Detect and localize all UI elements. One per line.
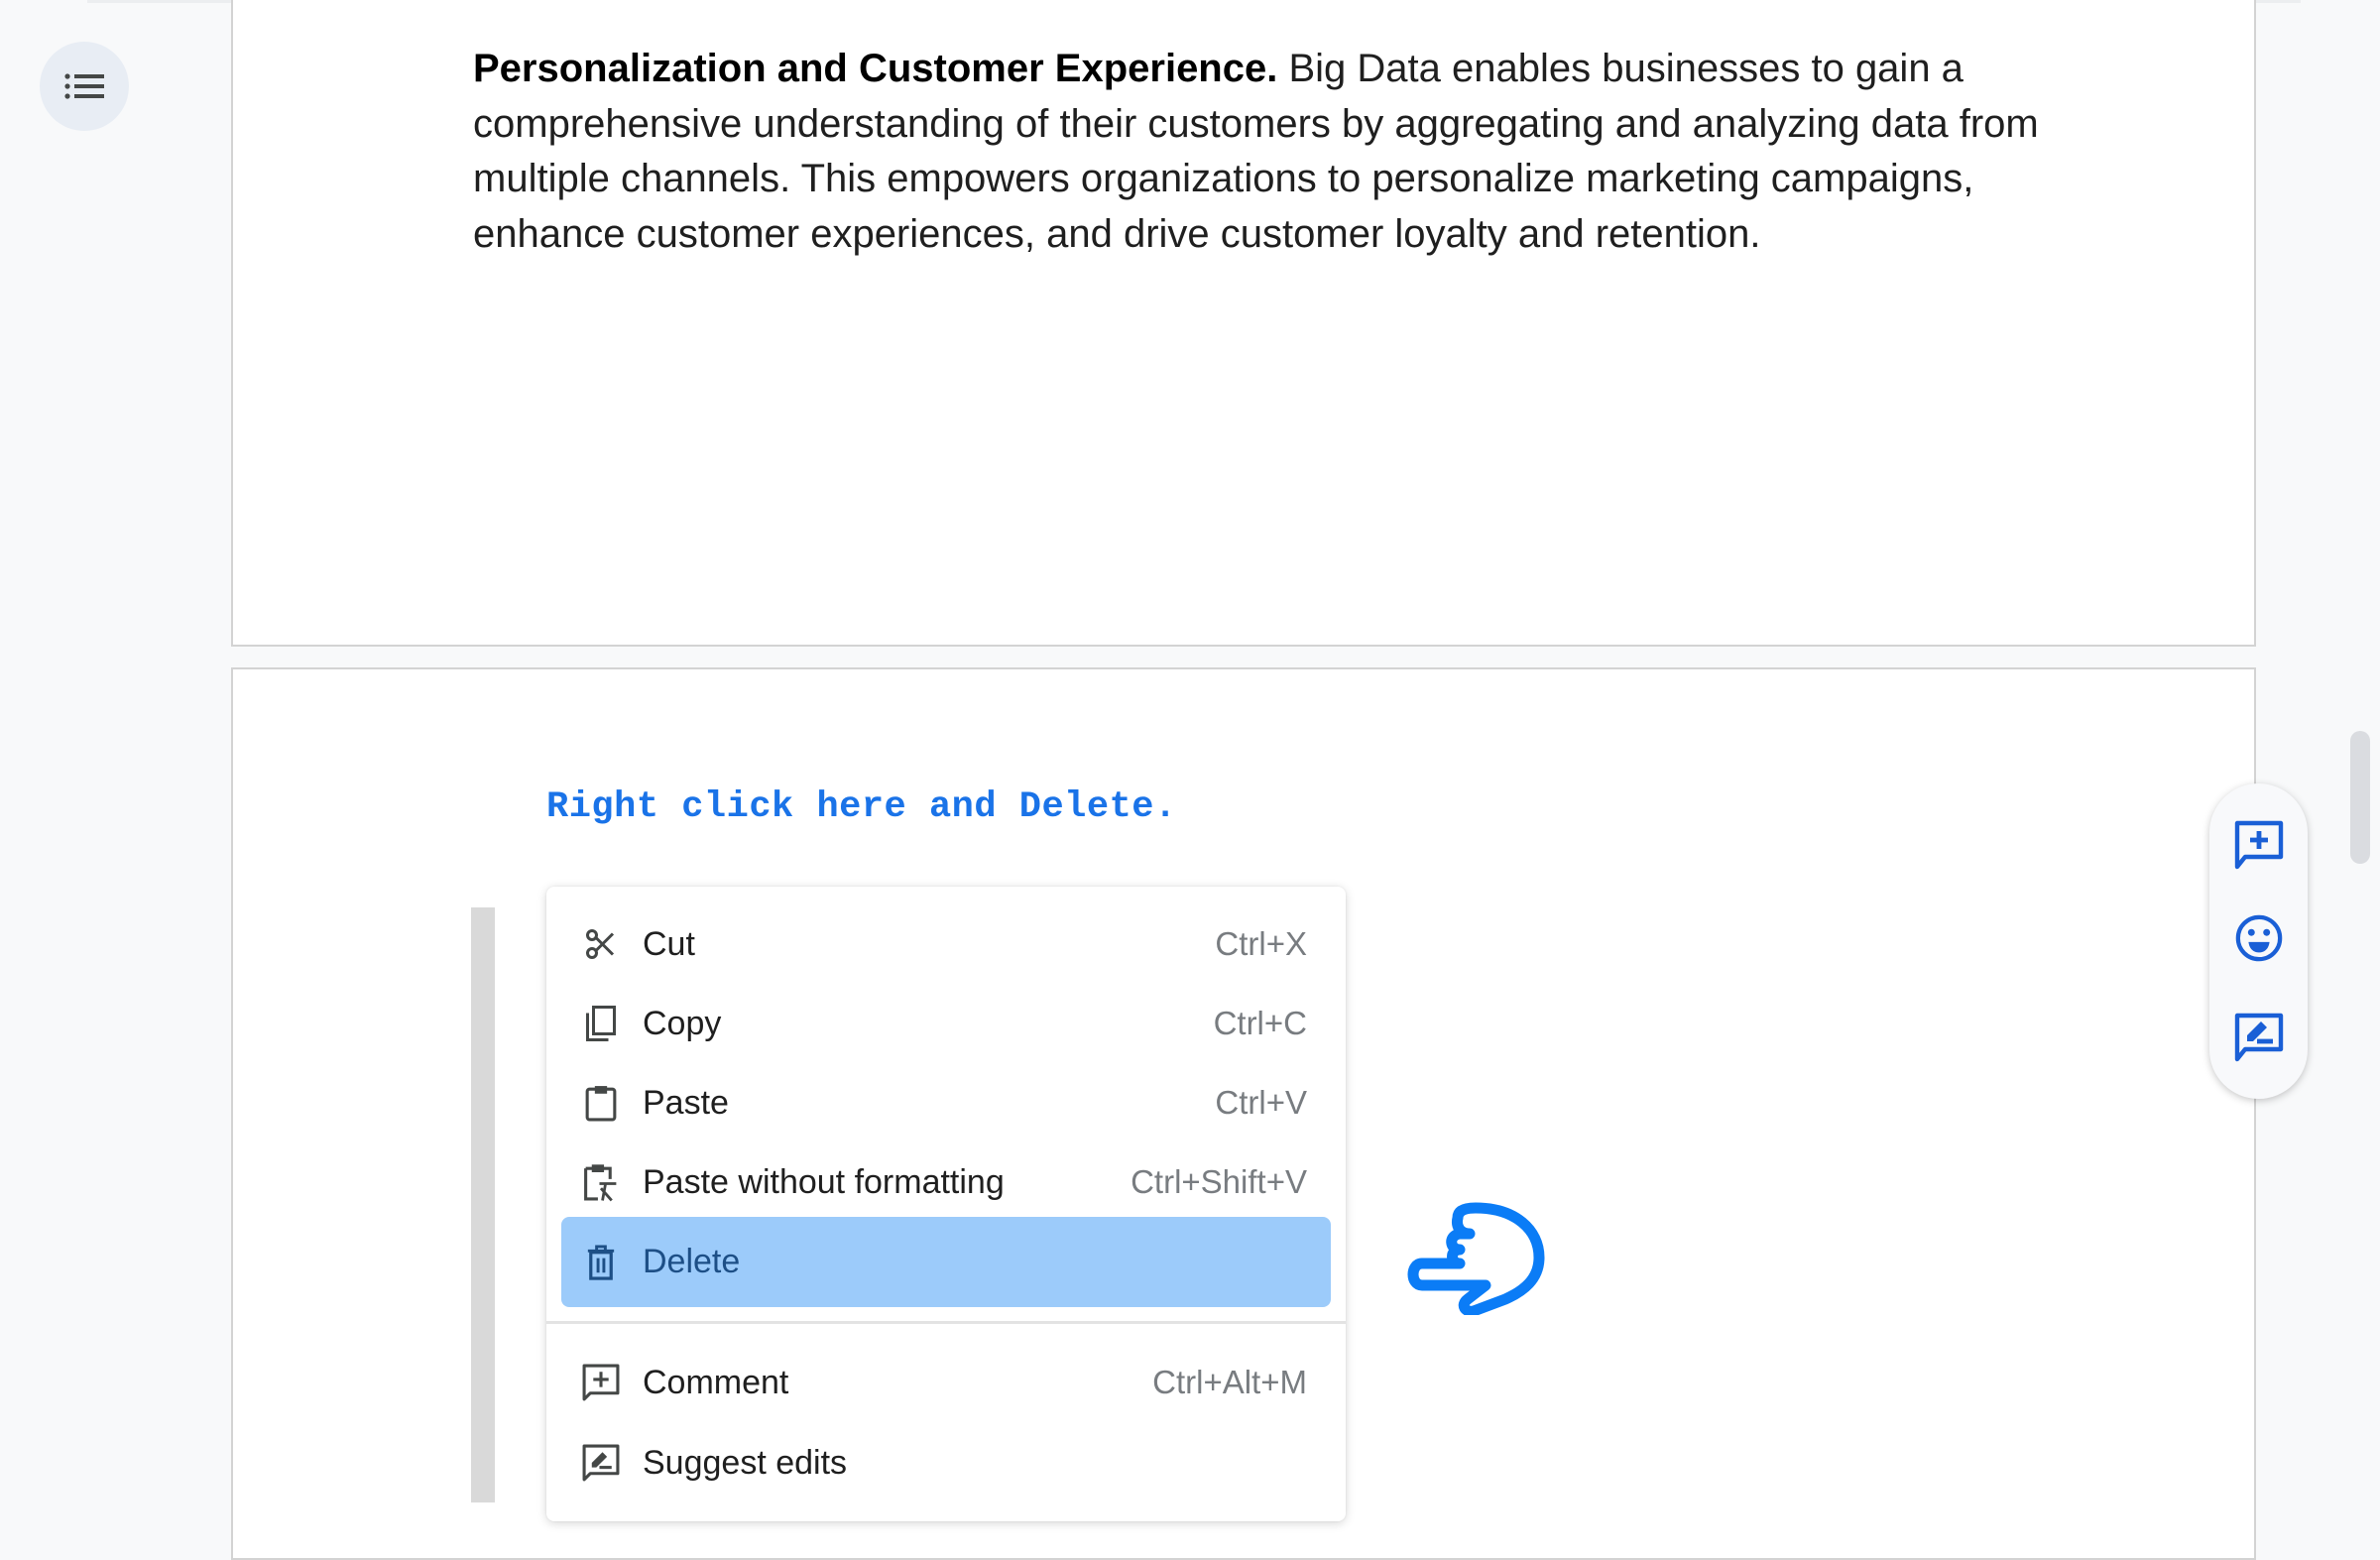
instruction-text[interactable]: Right click here and Delete. — [546, 786, 1177, 828]
side-emoji-reaction-button[interactable] — [2233, 912, 2285, 964]
clipboard-icon — [581, 1083, 621, 1123]
document-page-1[interactable]: Personalization and Customer Experience.… — [231, 0, 2256, 647]
copy-icon — [581, 1004, 621, 1043]
trash-icon — [581, 1243, 621, 1282]
scissors-icon — [581, 924, 621, 964]
list-icon — [64, 73, 104, 99]
suggest-edits-icon — [2234, 1013, 2284, 1062]
menu-item-comment[interactable]: Comment Ctrl+Alt+M — [561, 1343, 1331, 1422]
menu-divider — [546, 1321, 1346, 1324]
paragraph-heading: Personalization and Customer Experience. — [473, 47, 1278, 90]
side-actions-pill — [2209, 783, 2308, 1099]
side-add-comment-button[interactable] — [2233, 819, 2285, 871]
menu-item-label: Cut — [643, 924, 695, 963]
clipboard-clear-format-icon — [581, 1162, 621, 1202]
paragraph-personalization[interactable]: Personalization and Customer Experience.… — [473, 42, 2040, 262]
menu-item-delete[interactable]: Delete — [561, 1217, 1331, 1307]
vertical-scrollbar-thumb[interactable] — [2350, 731, 2370, 864]
side-suggest-edits-button[interactable] — [2233, 1012, 2285, 1063]
selection-bar — [471, 907, 495, 1502]
menu-item-label: Copy — [643, 1004, 722, 1042]
menu-item-paste-without-formatting[interactable]: Paste without formatting Ctrl+Shift+V — [561, 1142, 1331, 1222]
menu-item-label: Paste without formatting — [643, 1162, 1005, 1201]
menu-item-shortcut: Ctrl+X — [1215, 925, 1307, 962]
menu-item-label: Paste — [643, 1083, 729, 1122]
menu-item-label: Suggest edits — [643, 1443, 848, 1482]
suggest-edits-icon — [581, 1443, 621, 1483]
menu-item-suggest-edits[interactable]: Suggest edits — [561, 1423, 1331, 1502]
pointing-hand-cursor-icon — [1407, 1202, 1545, 1315]
menu-item-shortcut: Ctrl+V — [1215, 1084, 1307, 1121]
menu-item-copy[interactable]: Copy Ctrl+C — [561, 984, 1331, 1063]
menu-item-cut[interactable]: Cut Ctrl+X — [561, 904, 1331, 984]
menu-item-label: Delete — [643, 1243, 741, 1280]
add-comment-icon — [581, 1363, 621, 1402]
menu-item-shortcut: Ctrl+Shift+V — [1130, 1163, 1307, 1200]
document-outline-button[interactable] — [40, 42, 129, 131]
menu-item-shortcut: Ctrl+C — [1213, 1005, 1307, 1041]
emoji-icon — [2235, 914, 2283, 962]
menu-item-label: Comment — [643, 1363, 789, 1401]
add-comment-icon — [2234, 820, 2284, 870]
menu-item-shortcut: Ctrl+Alt+M — [1152, 1364, 1307, 1400]
menu-item-paste[interactable]: Paste Ctrl+V — [561, 1063, 1331, 1142]
context-menu: Cut Ctrl+X Copy Ctrl+C Paste Ctrl+V Past… — [546, 887, 1346, 1521]
